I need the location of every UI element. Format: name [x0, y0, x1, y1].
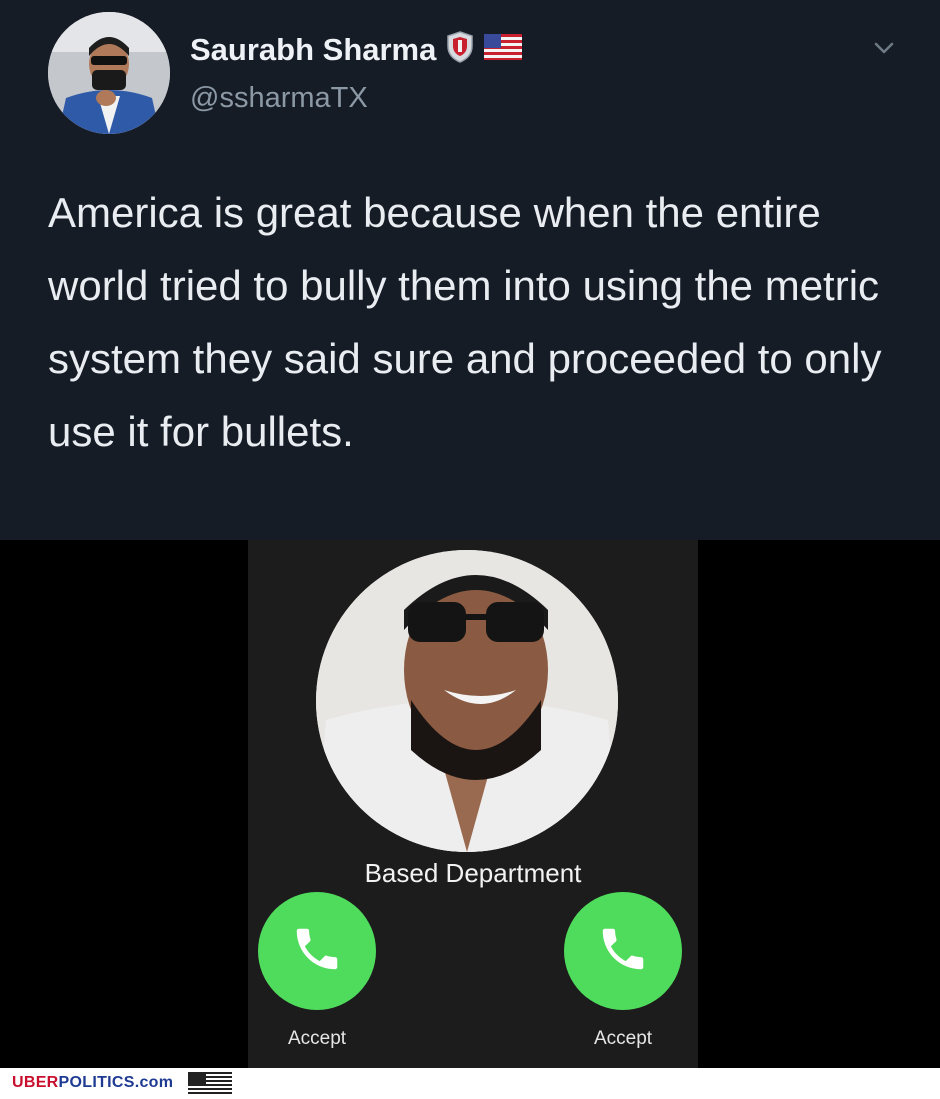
shield-badge-icon [446, 30, 474, 69]
brand-part-uber: UBER [12, 1074, 59, 1091]
phone-icon [290, 922, 344, 981]
brand-part-dotcom: .com [134, 1074, 174, 1091]
avatar[interactable] [48, 12, 170, 134]
name-row: Saurabh Sharma [190, 30, 523, 69]
us-flag-icon [188, 1072, 232, 1099]
accept-button-left[interactable] [258, 892, 376, 1010]
us-flag-icon [484, 34, 523, 65]
tweet-text: America is great because when the entire… [48, 189, 882, 455]
chevron-down-icon[interactable] [870, 38, 898, 58]
accept-button-right[interactable] [564, 892, 682, 1010]
avatar-photo [48, 12, 170, 134]
incoming-call-screen: Based Department Accept Accept [248, 540, 698, 1068]
caller-photo [316, 550, 618, 852]
site-brand[interactable]: UBERPOLITICS.com [12, 1074, 173, 1092]
footer: UBERPOLITICS.com [0, 1068, 940, 1097]
tweet-card: Saurabh Sharma @ssharmaTX America is gre… [0, 0, 940, 540]
call-meme: Based Department Accept Accept [0, 540, 940, 1068]
phone-icon [596, 922, 650, 981]
display-name[interactable]: Saurabh Sharma [190, 32, 436, 68]
accept-label-left: Accept [287, 1028, 347, 1049]
accept-label-right: Accept [593, 1028, 653, 1049]
caller-name: Based Department [364, 858, 582, 888]
handle[interactable]: @ssharmaTX [190, 82, 368, 115]
brand-part-politics: POLITICS [58, 1074, 135, 1091]
